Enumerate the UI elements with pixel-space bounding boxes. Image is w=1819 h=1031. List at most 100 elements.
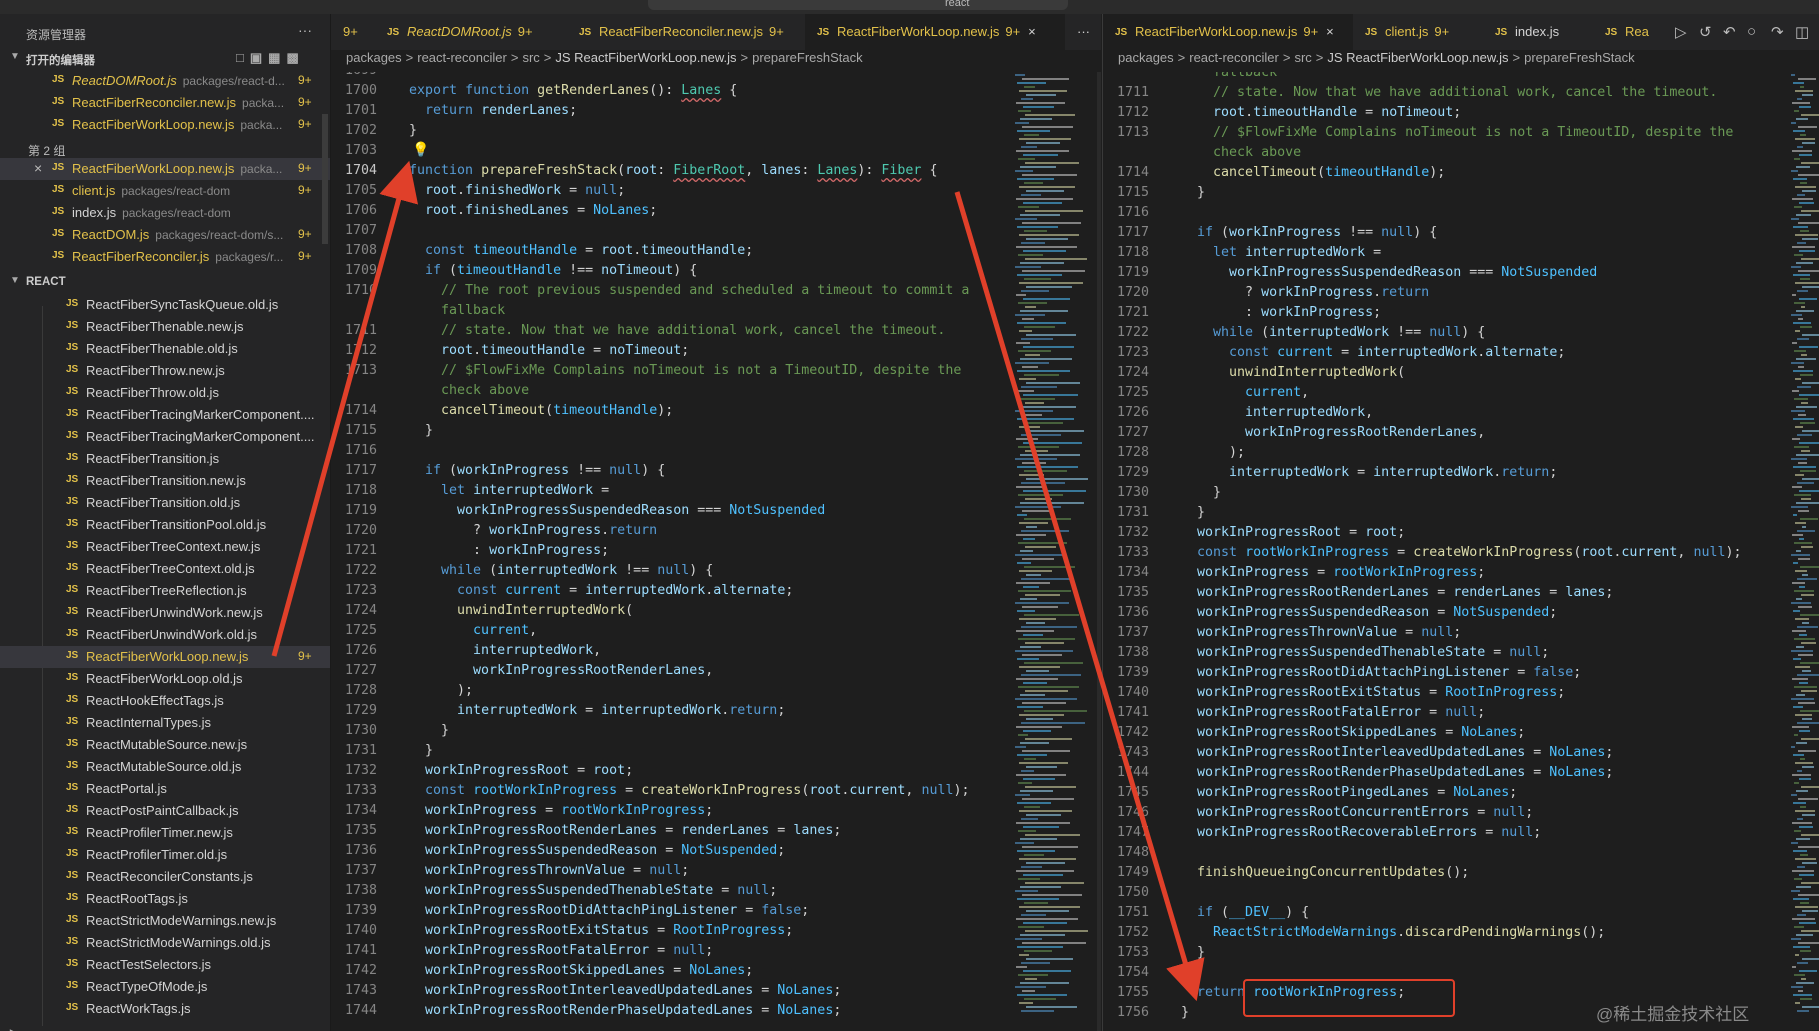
- tree-file-item[interactable]: JS ReactWorkTags.js: [0, 998, 330, 1020]
- right-minimap[interactable]: [1789, 72, 1819, 1031]
- more-actions-icon[interactable]: ···: [298, 22, 312, 38]
- open-editor-item[interactable]: JS ReactDOM.js packages/react-dom/s... 9+: [0, 224, 330, 246]
- react-folder-header[interactable]: ▼ REACT: [0, 272, 330, 294]
- minimap-line: [1801, 114, 1819, 116]
- minimap-line: [1802, 238, 1818, 240]
- open-editor-item[interactable]: × JS ReactFiberWorkLoop.new.js packa... 9+: [0, 158, 330, 180]
- tree-file-item[interactable]: JS ReactRootTags.js: [0, 888, 330, 910]
- tree-file-item[interactable]: JS ReactStrictModeWarnings.new.js: [0, 910, 330, 932]
- tree-file-item[interactable]: JS ReactFiberThenable.new.js: [0, 316, 330, 338]
- breadcrumb-item[interactable]: packages: [346, 50, 402, 65]
- tree-file-item[interactable]: JS ReactFiberSyncTaskQueue.old.js: [0, 294, 330, 316]
- breadcrumb-item[interactable]: prepareFreshStack: [752, 50, 863, 65]
- open-editors-header[interactable]: ▼ 打开的编辑器 □▣▦▩: [0, 48, 330, 70]
- new-file-icon[interactable]: □: [236, 50, 250, 65]
- forward-icon[interactable]: ↷: [1771, 23, 1784, 41]
- editor-tab[interactable]: JS client.js 9+: [1353, 14, 1483, 50]
- open-editor-item[interactable]: JS ReactDOMRoot.js packages/react-d... 9+: [0, 70, 330, 92]
- tree-file-item[interactable]: JS ReactFiberWorkLoop.new.js 9+: [0, 646, 330, 668]
- tree-file-item[interactable]: JS ReactReconcilerConstants.js: [0, 866, 330, 888]
- close-icon[interactable]: ×: [34, 160, 42, 176]
- minimap-line: [1019, 234, 1079, 236]
- close-all-icon[interactable]: ▦: [268, 50, 286, 65]
- sidebar-scrollbar[interactable]: [322, 114, 328, 244]
- minimap-line: [1795, 858, 1817, 860]
- editor-tab[interactable]: JS ReactDOMRoot.js 9+: [375, 14, 567, 50]
- tree-file-item[interactable]: JS ReactHookEffectTags.js: [0, 690, 330, 712]
- split-editor-icon[interactable]: ◫: [1795, 23, 1809, 41]
- tree-file-item[interactable]: JS ReactFiberTracingMarkerComponent....: [0, 426, 330, 448]
- problem-count-badge: 9+: [298, 249, 312, 263]
- lightbulb-icon[interactable]: 💡: [412, 141, 429, 158]
- tree-file-item[interactable]: JS ReactFiberTransition.new.js: [0, 470, 330, 492]
- tree-file-item[interactable]: JS ReactFiberTracingMarkerComponent....: [0, 404, 330, 426]
- editor-tab[interactable]: JS Rea: [1593, 14, 1673, 50]
- revert-icon[interactable]: ↶: [1723, 23, 1736, 41]
- minimap-line: [1793, 418, 1815, 420]
- command-center[interactable]: [648, 0, 1068, 10]
- problem-count-badge: 9+: [298, 649, 312, 663]
- code-line: workInProgressRootConcurrentErrors = nul…: [1197, 805, 1534, 820]
- tree-file-item[interactable]: JS ReactFiberThrow.old.js: [0, 382, 330, 404]
- tree-file-item[interactable]: JS ReactMutableSource.new.js: [0, 734, 330, 756]
- code-line: interruptedWork,: [1245, 405, 1374, 420]
- minimap-line: [1799, 346, 1819, 348]
- minimap-line: [1802, 190, 1817, 192]
- editor-tab[interactable]: JS ReactFiberWorkLoop.new.js 9+ ×: [805, 14, 1065, 50]
- tree-file-item[interactable]: JS ReactFiberTransitionPool.old.js: [0, 514, 330, 536]
- tree-file-item[interactable]: JS ReactTypeOfMode.js: [0, 976, 330, 998]
- breadcrumb-item[interactable]: JS ReactFiberWorkLoop.new.js: [555, 50, 736, 65]
- breadcrumb-item[interactable]: src: [1294, 50, 1311, 65]
- open-editor-item[interactable]: JS ReactFiberReconciler.js packages/r... 9+: [0, 246, 330, 268]
- tree-file-item[interactable]: JS ReactProfilerTimer.new.js: [0, 822, 330, 844]
- tree-file-item[interactable]: JS ReactPostPaintCallback.js: [0, 800, 330, 822]
- left-scrollbar[interactable]: [1097, 72, 1101, 1031]
- open-editor-item[interactable]: JS ReactFiberReconciler.new.js packa... 9+: [0, 92, 330, 114]
- tree-file-item[interactable]: JS ReactStrictModeWarnings.old.js: [0, 932, 330, 954]
- right-code-editor[interactable]: fallback 1711 // state. Now that we have …: [1103, 72, 1783, 1031]
- tree-file-item[interactable]: JS ReactMutableSource.old.js: [0, 756, 330, 778]
- breadcrumb-item[interactable]: react-reconciler: [417, 50, 507, 65]
- history-icon[interactable]: ↺: [1699, 23, 1712, 41]
- js-file-icon: JS: [52, 74, 65, 85]
- circle-icon[interactable]: ○: [1747, 23, 1756, 40]
- tree-file-item[interactable]: JS ReactFiberTreeContext.new.js: [0, 536, 330, 558]
- breadcrumb-item[interactable]: src: [522, 50, 539, 65]
- tree-file-item[interactable]: JS ReactPortal.js: [0, 778, 330, 800]
- editor-tab[interactable]: JS ReactFiberWorkLoop.new.js 9+ ×: [1103, 14, 1353, 50]
- editor-tab[interactable]: ···: [1065, 14, 1101, 50]
- tree-file-item[interactable]: JS ReactFiberThrow.new.js: [0, 360, 330, 382]
- breadcrumb-item[interactable]: JS ReactFiberWorkLoop.new.js: [1327, 50, 1508, 65]
- tab-close-icon[interactable]: ×: [1028, 24, 1036, 39]
- tree-file-item[interactable]: JS ReactFiberUnwindWork.old.js: [0, 624, 330, 646]
- tree-file-item[interactable]: JS ReactInternalTypes.js: [0, 712, 330, 734]
- open-editor-item[interactable]: JS ReactFiberWorkLoop.new.js packa... 9+: [0, 114, 330, 136]
- tree-file-item[interactable]: JS ReactFiberTreeContext.old.js: [0, 558, 330, 580]
- tree-file-item[interactable]: JS ReactFiberThenable.old.js: [0, 338, 330, 360]
- breadcrumb-item[interactable]: prepareFreshStack: [1524, 50, 1635, 65]
- minimap-line: [1018, 686, 1079, 688]
- tree-file-item[interactable]: JS ReactFiberTransition.old.js: [0, 492, 330, 514]
- save-all-icon[interactable]: ▣: [250, 50, 268, 65]
- tree-file-item[interactable]: JS ReactProfilerTimer.old.js: [0, 844, 330, 866]
- editor-tab[interactable]: 9+: [331, 14, 375, 50]
- tree-file-item[interactable]: JS ReactFiberTreeReflection.js: [0, 580, 330, 602]
- run-icon[interactable]: ▷: [1675, 23, 1687, 41]
- breadcrumb-item[interactable]: react-reconciler: [1189, 50, 1279, 65]
- tree-file-item[interactable]: JS ReactFiberWorkLoop.old.js: [0, 668, 330, 690]
- line-number: 1736: [1116, 605, 1149, 620]
- tree-file-item[interactable]: JS ReactTestSelectors.js: [0, 954, 330, 976]
- tree-file-item[interactable]: JS ReactFiberTransition.js: [0, 448, 330, 470]
- breadcrumb-item[interactable]: packages: [1118, 50, 1174, 65]
- timeline-header[interactable]: ▶时间线: [0, 1025, 330, 1031]
- open-editor-item[interactable]: JS client.js packages/react-dom 9+: [0, 180, 330, 202]
- collapse-icon[interactable]: ▩: [286, 50, 304, 65]
- editor-tab[interactable]: JS ReactFiberReconciler.new.js 9+: [567, 14, 805, 50]
- open-editor-item[interactable]: JS index.js packages/react-dom: [0, 202, 330, 224]
- left-minimap[interactable]: [1013, 72, 1093, 1031]
- left-code-editor[interactable]: 1699 1700 export function getRenderLanes()…: [331, 72, 1011, 1031]
- editor-tab[interactable]: JS index.js: [1483, 14, 1593, 50]
- tree-file-item[interactable]: JS ReactFiberUnwindWork.new.js: [0, 602, 330, 624]
- tab-close-icon[interactable]: ×: [1326, 24, 1334, 39]
- breadcrumb-separator: >: [740, 50, 749, 65]
